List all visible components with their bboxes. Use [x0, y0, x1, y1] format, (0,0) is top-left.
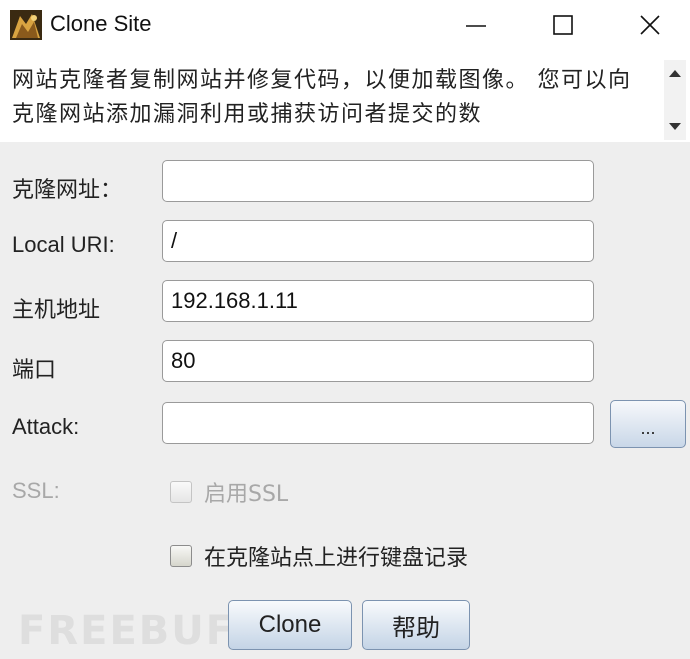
keylogger-checkbox-label[interactable]: 在克隆站点上进行键盘记录	[204, 540, 468, 572]
minimize-icon	[466, 25, 486, 27]
clone-url-label: 克隆网址：	[12, 177, 123, 202]
clone-url-field[interactable]	[162, 160, 594, 202]
watermark-logo: FREEBUF	[18, 608, 235, 654]
port-field[interactable]	[162, 340, 594, 382]
minimize-button[interactable]	[446, 0, 506, 50]
port-label: 端口	[12, 357, 57, 382]
arrow-up-icon	[669, 70, 681, 77]
description-scrollbar[interactable]	[664, 60, 686, 140]
attack-browse-button[interactable]: ...	[610, 400, 686, 448]
keylogger-checkbox[interactable]	[170, 545, 192, 567]
host-field[interactable]	[162, 280, 594, 322]
host-label: 主机地址	[12, 297, 101, 322]
ssl-checkbox	[170, 481, 192, 503]
keylogger-option[interactable]: 在克隆站点上进行键盘记录	[170, 540, 468, 572]
window-title: Clone Site	[50, 11, 152, 36]
local-uri-label: Local URI:	[12, 232, 115, 257]
clone-button[interactable]: Clone	[228, 600, 352, 650]
description-text: 网站克隆者复制网站并修复代码，以便加载图像。 您可以向克隆网站添加漏洞利用或捕获…	[12, 68, 632, 127]
scroll-down-button[interactable]	[664, 116, 686, 138]
close-button[interactable]	[620, 0, 680, 50]
title-bar: Clone Site	[0, 0, 690, 50]
description-panel: 网站克隆者复制网站并修复代码，以便加载图像。 您可以向克隆网站添加漏洞利用或捕获…	[0, 56, 690, 142]
maximize-icon	[553, 15, 573, 35]
ssl-label: SSL:	[12, 478, 60, 503]
maximize-button[interactable]	[533, 0, 593, 50]
ssl-checkbox-label: 启用SSL	[204, 482, 289, 507]
scroll-up-button[interactable]	[664, 62, 686, 84]
help-button[interactable]: 帮助	[362, 600, 470, 650]
close-icon	[640, 15, 660, 35]
attack-field[interactable]	[162, 402, 594, 444]
arrow-down-icon	[669, 123, 681, 130]
app-icon	[10, 10, 42, 40]
watermark-text: FREEBUF	[18, 608, 236, 654]
ssl-option: 启用SSL	[170, 476, 288, 508]
attack-label: Attack:	[12, 414, 80, 439]
form-panel: 克隆网址： Local URI: 主机地址 端口 Attack: ... SSL…	[0, 142, 690, 659]
local-uri-field[interactable]	[162, 220, 594, 262]
